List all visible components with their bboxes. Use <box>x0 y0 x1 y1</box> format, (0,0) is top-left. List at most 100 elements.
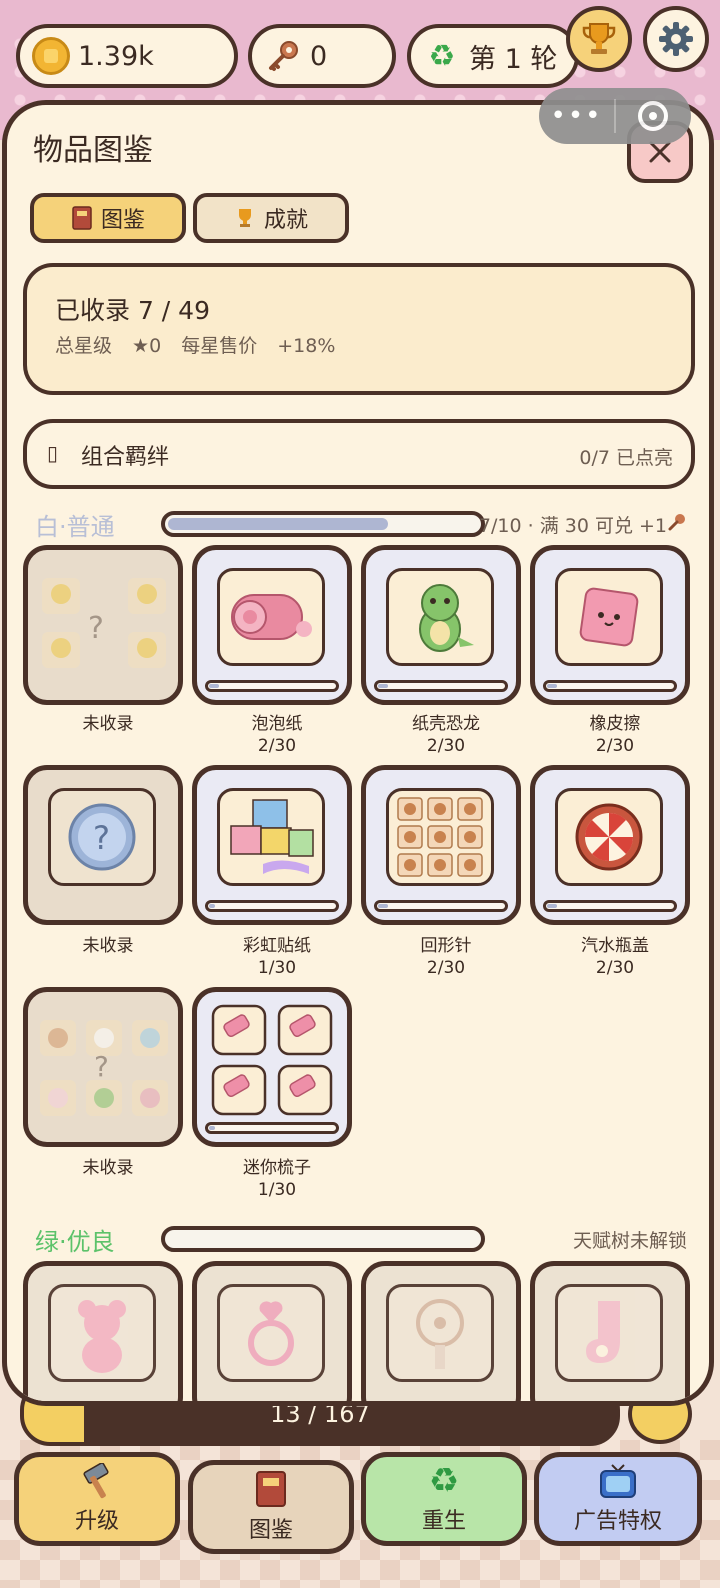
tv-icon <box>600 1464 636 1498</box>
tier-progress-bar <box>161 511 485 537</box>
coin-value: 1.39k <box>78 40 154 72</box>
tier-info: 天赋树未解锁 <box>572 1230 687 1252</box>
tab-codex-label: 图鉴 <box>100 208 145 233</box>
item-art <box>386 568 494 666</box>
recycle-icon: ♻ <box>428 38 456 74</box>
codex-card-name: 未收录 <box>82 936 134 956</box>
hammer-icon <box>83 1463 109 1499</box>
more-menu-button[interactable]: ••• <box>539 88 614 144</box>
heart-ring-icon <box>248 1301 294 1366</box>
panel-title: 物品图鉴 <box>33 133 153 168</box>
codex-card-label: 彩虹贴纸 1/30 <box>197 935 357 979</box>
item-progress-bar <box>374 900 508 912</box>
codex-card-label: 汽水瓶盖 2/30 <box>535 935 695 979</box>
coin-counter: 1.39k <box>16 24 238 88</box>
key-icon <box>668 514 685 531</box>
codex-panel: 物品图鉴 图鉴 成就 已收录 7 / 49 总星级 ★0 每星售价 +18% ▯… <box>2 100 714 1406</box>
tier-info-text: 7/10 · 满 30 可兑 +1 <box>478 515 667 537</box>
nav-rebirth-button[interactable]: ♻ 重生 <box>361 1452 527 1546</box>
codex-card-locked[interactable] <box>530 1261 690 1401</box>
codex-card-label: 迷你梳子 1/30 <box>197 1157 357 1201</box>
duck-silhouette-icon: ? <box>42 578 166 668</box>
codex-card-locked[interactable] <box>23 1261 183 1401</box>
item-progress-bar <box>205 1122 339 1134</box>
item-art <box>555 788 663 886</box>
codex-card-bubble-wrap[interactable] <box>192 545 352 705</box>
svg-text:?: ? <box>93 819 110 857</box>
combo-bonds-label: 组合羁绊 <box>81 445 170 470</box>
codex-card-locked[interactable]: ? <box>23 545 183 705</box>
codex-card-paperclip[interactable] <box>361 765 521 925</box>
exit-miniprogram-button[interactable] <box>616 101 691 131</box>
item-count: 2/30 <box>257 736 297 756</box>
combo-bonds-count: 0/7 已点亮 <box>579 447 673 469</box>
book-icon <box>256 1471 286 1507</box>
nav-upgrade-button[interactable]: 升级 <box>14 1452 180 1546</box>
combo-bonds-row[interactable]: ▯ 组合羁绊 0/7 已点亮 <box>23 419 695 489</box>
tab-achievements[interactable]: 成就 <box>193 193 349 243</box>
nav-rebirth-label: 重生 <box>421 1509 466 1534</box>
item-progress-fill <box>378 904 388 908</box>
item-progress-bar <box>543 900 677 912</box>
round-counter: ♻ 第 1 轮 <box>407 24 579 88</box>
tier-info: 7/10 · 满 30 可兑 +1 <box>479 511 687 538</box>
tier-name: 白·普通 <box>35 513 115 541</box>
codex-card-name: 未收录 <box>82 1158 134 1178</box>
item-art <box>555 568 663 666</box>
tier-progress-bar <box>161 1226 485 1252</box>
nav-ad-perks-button[interactable]: 广告特权 <box>534 1452 702 1546</box>
sock-icon <box>586 1301 620 1363</box>
mini-comb-icon <box>211 1004 333 1116</box>
nav-ad-perks-label: 广告特权 <box>573 1509 662 1534</box>
mini-fan-icon <box>416 1299 464 1369</box>
codex-card-locked[interactable]: ? <box>23 765 183 925</box>
codex-card-name: 未收录 <box>82 714 134 734</box>
dinosaur-icon <box>419 584 474 652</box>
item-progress-fill <box>209 684 219 688</box>
item-progress-fill <box>209 1126 215 1130</box>
miniprogram-capsule: ••• <box>539 88 691 144</box>
item-progress-bar <box>205 680 339 692</box>
tier-progress-fill <box>168 518 388 530</box>
codex-card-locked[interactable]: ? <box>23 987 183 1147</box>
recycle-icon: ♻ <box>428 1461 460 1501</box>
settings-button[interactable] <box>643 6 709 72</box>
summary-stats: 总星级 ★0 每星售价 +18% <box>55 331 335 358</box>
collection-summary: 已收录 7 / 49 总星级 ★0 每星售价 +18% <box>23 263 695 395</box>
paperclip-grid-icon <box>397 797 483 877</box>
tab-codex[interactable]: 图鉴 <box>30 193 186 243</box>
item-art <box>217 788 325 886</box>
item-progress-bar <box>205 900 339 912</box>
tab-achievements-label: 成就 <box>263 208 308 233</box>
item-art <box>555 1284 663 1382</box>
codex-card-label: 纸壳恐龙 2/30 <box>366 713 526 757</box>
codex-card-label: 回形针 2/30 <box>366 935 526 979</box>
item-art <box>386 788 494 886</box>
codex-card-bottle-cap[interactable] <box>530 765 690 925</box>
trophy-icon <box>582 23 616 54</box>
item-name: 彩虹贴纸 <box>243 936 311 956</box>
codex-card-eraser[interactable] <box>530 545 690 705</box>
codex-card-mini-comb[interactable] <box>192 987 352 1147</box>
item-count: 2/30 <box>595 958 635 978</box>
item-progress-fill <box>209 904 215 908</box>
item-name: 迷你梳子 <box>243 1158 311 1178</box>
codex-card-dinosaur[interactable] <box>361 545 521 705</box>
total-stars: 总星级 ★0 <box>55 335 162 357</box>
item-name: 橡皮擦 <box>589 714 641 734</box>
star-bonus: 每星售价 +18% <box>181 335 336 357</box>
codex-card-locked[interactable] <box>192 1261 352 1401</box>
target-icon <box>638 101 669 131</box>
tier-header-uncommon: 绿·优良 天赋树未解锁 <box>33 1222 693 1256</box>
chevron-right-icon: ▯ <box>47 441 59 465</box>
codex-card-label: 橡皮擦 2/30 <box>535 713 695 757</box>
tier-header-common: 白·普通 7/10 · 满 30 可兑 +1 <box>33 507 693 541</box>
nav-codex-button[interactable]: 图鉴 <box>188 1460 354 1554</box>
item-progress-bar <box>374 680 508 692</box>
item-name: 泡泡纸 <box>251 714 303 734</box>
item-count: 2/30 <box>426 736 466 756</box>
trophy-button[interactable] <box>566 6 632 72</box>
codex-card-locked[interactable] <box>361 1261 521 1401</box>
item-count: 1/30 <box>257 1180 297 1200</box>
codex-card-rainbow-sticker[interactable] <box>192 765 352 925</box>
